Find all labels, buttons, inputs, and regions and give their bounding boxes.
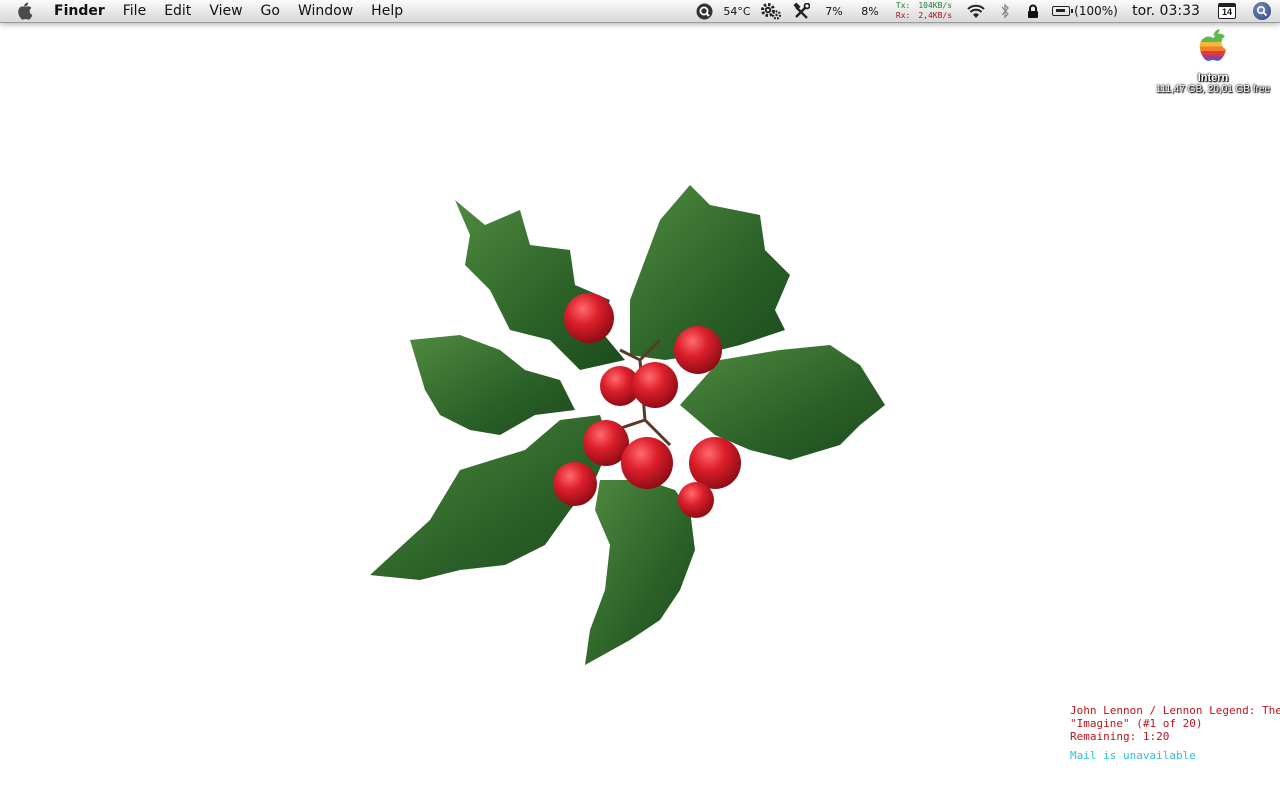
tx-label: Tx: — [895, 1, 911, 10]
menu-bar-left: Finder File Edit View Go Window Help — [0, 0, 412, 22]
menu-extras: 54°C 7% 8% Tx: 104KB/s Rx: 2,4KB/s (100%… — [690, 0, 1280, 22]
search-circle-icon — [696, 3, 712, 19]
gear-menu[interactable] — [756, 0, 786, 22]
battery-icon — [1052, 6, 1074, 16]
cpu-usage-2[interactable]: 8% — [852, 0, 888, 22]
bluetooth-menu[interactable] — [992, 0, 1018, 22]
menu-edit[interactable]: Edit — [155, 0, 200, 22]
rainbow-apple-icon — [1199, 29, 1227, 62]
now-playing-remaining: Remaining: 1:20 — [1070, 730, 1170, 743]
wifi-menu[interactable] — [960, 0, 992, 22]
apple-icon — [18, 2, 33, 20]
menu-clock[interactable]: tor. 03:33 — [1122, 0, 1210, 22]
menu-bar: Finder File Edit View Go Window Help 54°… — [0, 0, 1280, 23]
menu-view[interactable]: View — [200, 0, 251, 22]
menu-file[interactable]: File — [114, 0, 155, 22]
calendar-icon: 14 — [1218, 3, 1236, 19]
holly-wallpaper — [360, 180, 900, 680]
menu-help[interactable]: Help — [362, 0, 412, 22]
desktop-drive-intern[interactable]: Intern 111,47 GB, 20,01 GB free — [1150, 28, 1276, 95]
holly-illustration — [370, 185, 885, 665]
now-playing-track: "Imagine" (#1 of 20) — [1070, 717, 1203, 730]
spotlight-icon — [1253, 2, 1271, 20]
lock-icon — [1028, 4, 1038, 18]
istat-menu[interactable] — [690, 0, 718, 22]
tx-value: 104KB/s — [918, 1, 953, 10]
menu-finder[interactable]: Finder — [50, 0, 114, 22]
mail-status: Mail is unavailable — [1070, 749, 1196, 762]
gear-icon — [761, 3, 782, 20]
apple-menu[interactable] — [0, 0, 50, 22]
network-readout: Tx: 104KB/s Rx: 2,4KB/s — [896, 1, 952, 21]
cpu-usage-1[interactable]: 7% — [816, 0, 852, 22]
network-monitor[interactable]: Tx: 104KB/s Rx: 2,4KB/s — [888, 0, 960, 22]
menu-go[interactable]: Go — [252, 0, 289, 22]
rx-value: 2,4KB/s — [918, 11, 953, 20]
lock-menu[interactable] — [1018, 0, 1048, 22]
battery-percent: (100%) — [1074, 4, 1118, 18]
battery-menu[interactable]: (100%) — [1048, 0, 1122, 22]
rx-label: Rx: — [895, 11, 911, 20]
tools-icon — [792, 2, 810, 19]
drive-name: Intern — [1197, 72, 1229, 84]
now-playing-artist-album: John Lennon / Lennon Legend: The Very Be… — [1070, 704, 1280, 717]
wifi-icon — [967, 4, 985, 18]
tools-menu[interactable] — [786, 0, 816, 22]
drive-info: 111,47 GB, 20,01 GB free — [1155, 84, 1271, 95]
menu-window[interactable]: Window — [289, 0, 362, 22]
now-playing-widget: John Lennon / Lennon Legend: The Very Be… — [1070, 704, 1280, 743]
bluetooth-icon — [1001, 3, 1009, 19]
spotlight-button[interactable] — [1244, 0, 1280, 22]
calendar-menu[interactable]: 14 — [1210, 0, 1244, 22]
temperature-readout[interactable]: 54°C — [718, 0, 756, 22]
